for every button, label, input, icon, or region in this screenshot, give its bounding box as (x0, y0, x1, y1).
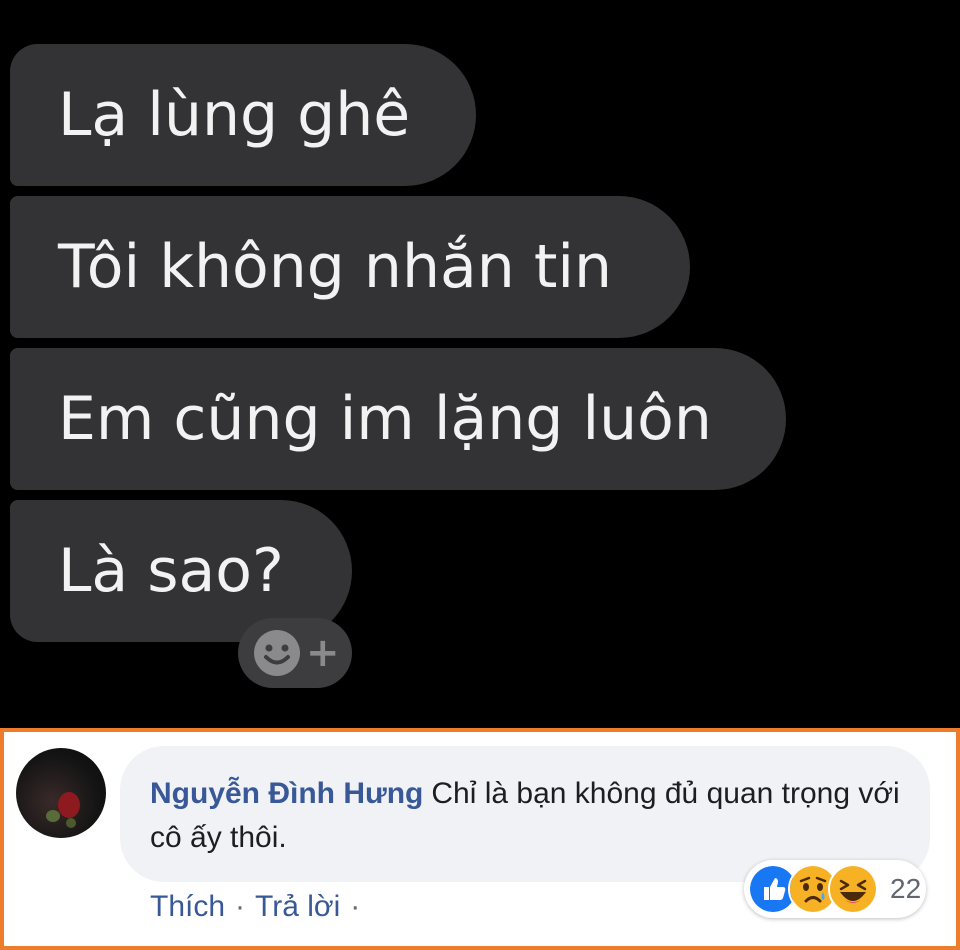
separator: · (350, 890, 361, 923)
reaction-summary[interactable]: 22 (744, 860, 926, 918)
highlighted-comment-frame: Nguyễn Đình Hưng Chỉ là bạn không đủ quan… (0, 728, 960, 950)
avatar[interactable] (16, 748, 106, 838)
avatar-leaf (66, 818, 76, 828)
comment-actions: Thích · Trả lời · (150, 890, 370, 924)
message-bubble: Lạ lùng ghê (10, 44, 476, 186)
avatar-rose (58, 792, 80, 818)
comment: Nguyễn Đình Hưng Chỉ là bạn không đủ quan… (4, 732, 956, 946)
message-text: Em cũng im lặng luôn (58, 384, 712, 454)
like-link[interactable]: Thích (150, 890, 225, 924)
message-text: Là sao? (58, 536, 284, 606)
haha-reaction-icon (828, 864, 878, 914)
reaction-count: 22 (890, 873, 922, 904)
smile-plus-icon (254, 630, 300, 676)
avatar-leaf (46, 810, 60, 822)
message-bubble: Tôi không nhắn tin (10, 196, 690, 338)
add-reaction-button[interactable]: + (238, 618, 352, 688)
reply-link[interactable]: Trả lời (255, 890, 340, 924)
separator: · (235, 890, 246, 923)
chat-screenshot: Lạ lùng ghê Tôi không nhắn tin Em cũng i… (0, 0, 960, 728)
message-text: Tôi không nhắn tin (58, 232, 613, 302)
plus-icon: + (306, 630, 340, 676)
comment-author[interactable]: Nguyễn Đình Hưng (150, 777, 423, 810)
message-text: Lạ lùng ghê (58, 80, 411, 150)
message-bubble: Em cũng im lặng luôn (10, 348, 786, 490)
